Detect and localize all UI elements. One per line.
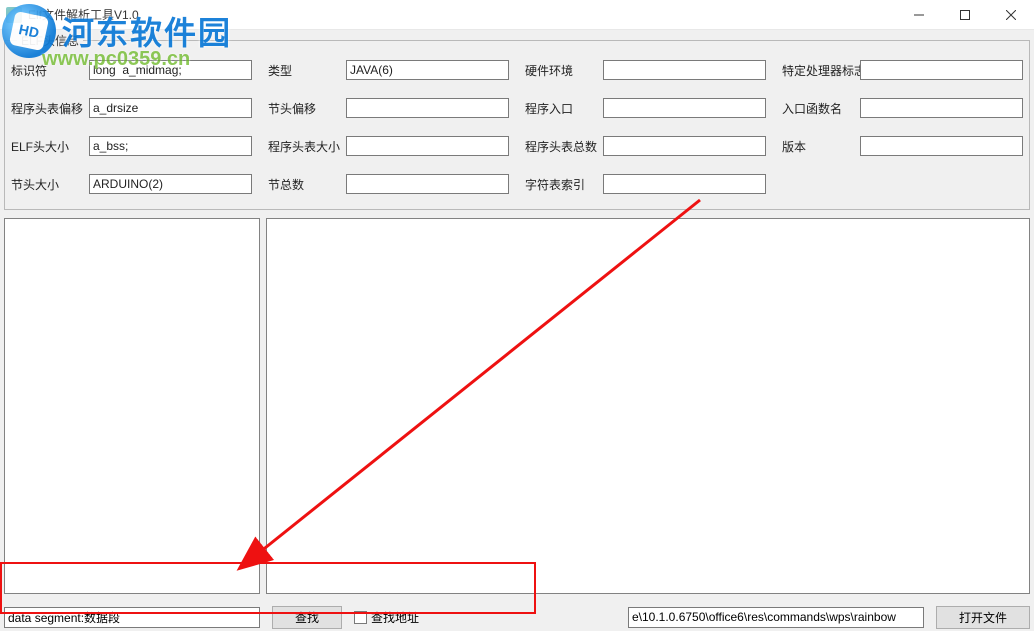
input-entry[interactable] (603, 98, 766, 118)
field-ph-offset: 程序头表偏移 (11, 95, 252, 121)
field-phsize: 程序头表大小 (268, 133, 509, 159)
field-phnum: 程序头表总数 (525, 133, 766, 159)
label-ph-offset: 程序头表偏移 (11, 100, 89, 117)
input-phsize[interactable] (346, 136, 509, 156)
label-entry-func: 入口函数名 (782, 100, 860, 117)
label-phnum: 程序头表总数 (525, 138, 603, 155)
field-version: 版本 (782, 133, 1023, 159)
input-shstrndx[interactable] (603, 174, 766, 194)
input-shsize[interactable] (89, 174, 252, 194)
label-shstrndx: 字符表索引 (525, 176, 603, 193)
elf-header-legend: ELF头信息 (17, 32, 83, 49)
label-version: 版本 (782, 138, 860, 155)
maximize-button[interactable] (942, 0, 988, 29)
field-shstrndx: 字符表索引 (525, 171, 766, 197)
window-controls (896, 0, 1034, 29)
label-shnum: 节总数 (268, 176, 346, 193)
search-address-checkbox[interactable]: 查找地址 (354, 609, 419, 626)
checkbox-icon[interactable] (354, 611, 367, 624)
label-entry: 程序入口 (525, 100, 603, 117)
elf-header-group: ELF头信息 标识符 类型 硬件环境 特定处理器标志 程序头表偏移 (4, 32, 1030, 210)
input-shnum[interactable] (346, 174, 509, 194)
input-sh-offset[interactable] (346, 98, 509, 118)
open-file-button[interactable]: 打开文件 (936, 606, 1030, 629)
search-address-label: 查找地址 (371, 609, 419, 626)
input-cpu-flags[interactable] (860, 60, 1023, 80)
field-entry: 程序入口 (525, 95, 766, 121)
label-identifier: 标识符 (11, 62, 89, 79)
label-type: 类型 (268, 62, 346, 79)
content-panes (4, 218, 1030, 594)
file-path-input[interactable] (628, 607, 924, 628)
input-entry-func[interactable] (860, 98, 1023, 118)
label-cpu-flags: 特定处理器标志 (782, 62, 860, 79)
input-ehsize[interactable] (89, 136, 252, 156)
input-hardware[interactable] (603, 60, 766, 80)
label-ehsize: ELF头大小 (11, 138, 89, 155)
window-title: Elf文件解析工具V1.0 (28, 6, 896, 23)
label-hardware: 硬件环境 (525, 62, 603, 79)
field-shnum: 节总数 (268, 171, 509, 197)
field-cpu-flags: 特定处理器标志 (782, 57, 1023, 83)
label-shsize: 节头大小 (11, 176, 89, 193)
field-type: 类型 (268, 57, 509, 83)
titlebar: Elf文件解析工具V1.0 (0, 0, 1034, 30)
label-phsize: 程序头表大小 (268, 138, 346, 155)
field-hardware: 硬件环境 (525, 57, 766, 83)
field-identifier: 标识符 (11, 57, 252, 83)
elf-header-grid: 标识符 类型 硬件环境 特定处理器标志 程序头表偏移 节头偏移 (11, 57, 1023, 197)
field-ehsize: ELF头大小 (11, 133, 252, 159)
input-phnum[interactable] (603, 136, 766, 156)
search-button[interactable]: 查找 (272, 606, 342, 629)
detail-pane[interactable] (266, 218, 1030, 594)
minimize-button[interactable] (896, 0, 942, 29)
input-version[interactable] (860, 136, 1023, 156)
label-sh-offset: 节头偏移 (268, 100, 346, 117)
workarea: ELF头信息 标识符 类型 硬件环境 特定处理器标志 程序头表偏移 (0, 32, 1034, 631)
app-icon (6, 7, 22, 23)
input-identifier[interactable] (89, 60, 252, 80)
input-ph-offset[interactable] (89, 98, 252, 118)
field-sh-offset: 节头偏移 (268, 95, 509, 121)
field-shsize: 节头大小 (11, 171, 252, 197)
input-type[interactable] (346, 60, 509, 80)
close-button[interactable] (988, 0, 1034, 29)
field-entry-func: 入口函数名 (782, 95, 1023, 121)
tree-pane[interactable] (4, 218, 260, 594)
search-input[interactable] (4, 607, 260, 628)
bottom-toolbar: 查找 查找地址 打开文件 (4, 604, 1030, 630)
